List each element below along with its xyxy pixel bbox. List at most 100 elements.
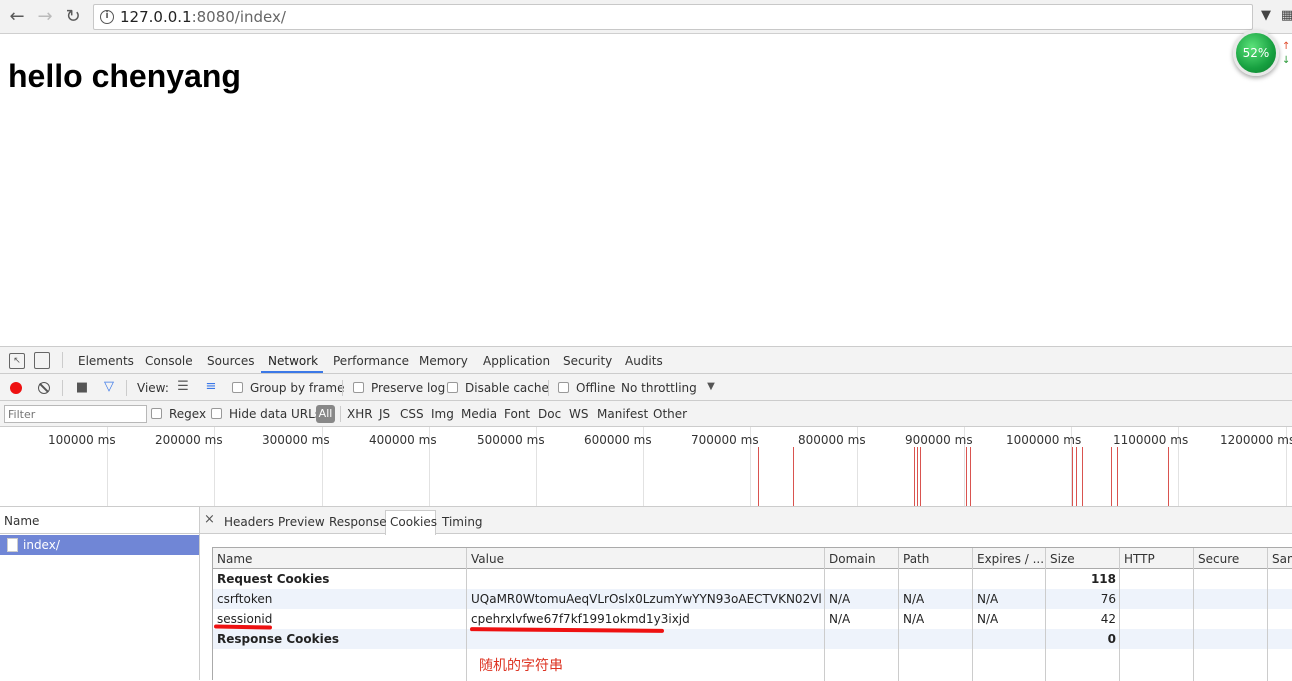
waterfall-view-icon[interactable]: ≡: [203, 380, 219, 394]
speed-widget[interactable]: 52%: [1233, 30, 1279, 76]
group-by-frame-checkbox[interactable]: [232, 382, 243, 393]
preserve-log-label: Preserve log: [371, 381, 446, 395]
column-header-domain[interactable]: Domain: [829, 552, 876, 566]
table-section-row: Request Cookies 118: [213, 569, 1292, 589]
timeline-event: [1082, 447, 1083, 506]
separator: [342, 380, 343, 396]
separator: [548, 380, 549, 396]
tab-console[interactable]: Console: [145, 354, 193, 368]
column-divider[interactable]: [1045, 548, 1046, 681]
filter-other[interactable]: Other: [653, 407, 687, 421]
forward-arrow-icon[interactable]: →: [34, 6, 56, 28]
filter-all-button[interactable]: All: [316, 405, 335, 423]
table-row[interactable]: csrftoken UQaMR0WtomuAeqVLrOslx0LzumYwYY…: [213, 589, 1292, 609]
url-text[interactable]: 127.0.0.1:8080/index/: [120, 8, 286, 26]
tab-application[interactable]: Application: [483, 354, 550, 368]
column-header-secure[interactable]: Secure: [1198, 552, 1239, 566]
regex-checkbox[interactable]: [151, 408, 162, 419]
filter-doc[interactable]: Doc: [538, 407, 561, 421]
tab-performance[interactable]: Performance: [333, 354, 409, 368]
cookie-path: N/A: [903, 592, 925, 606]
timeline-tick-label: 200000 ms: [155, 433, 223, 447]
tab-elements[interactable]: Elements: [78, 354, 134, 368]
filter-js[interactable]: JS: [379, 407, 390, 421]
annotation-text: 随机的字符串: [479, 658, 563, 674]
tab-cookies[interactable]: Cookies: [390, 515, 437, 529]
column-divider[interactable]: [972, 548, 973, 681]
extension-icon[interactable]: ▼: [1259, 8, 1273, 24]
record-icon[interactable]: [10, 382, 22, 394]
info-icon[interactable]: i: [100, 10, 114, 24]
filter-img[interactable]: Img: [431, 407, 454, 421]
tab-response[interactable]: Response: [329, 515, 387, 529]
cookie-size: 76: [1100, 592, 1116, 606]
tab-sources[interactable]: Sources: [207, 354, 254, 368]
filter-input[interactable]: [4, 405, 147, 423]
filter-icon[interactable]: ▽: [101, 380, 117, 394]
tab-preview[interactable]: Preview: [278, 515, 325, 529]
tab-memory[interactable]: Memory: [419, 354, 468, 368]
filter-ws[interactable]: WS: [569, 407, 588, 421]
hide-data-urls-checkbox[interactable]: [211, 408, 222, 419]
hide-data-urls-label: Hide data URLs: [229, 407, 322, 421]
preserve-log-checkbox[interactable]: [353, 382, 364, 393]
reload-icon[interactable]: ↻: [62, 6, 84, 28]
group-by-frame-label: Group by frame: [250, 381, 345, 395]
extension-icon-2[interactable]: ▦: [1280, 8, 1292, 24]
column-divider[interactable]: [824, 548, 825, 681]
column-header-size[interactable]: Size: [1050, 552, 1075, 566]
column-header-path[interactable]: Path: [903, 552, 929, 566]
timeline-event: [914, 447, 915, 506]
tab-headers[interactable]: Headers: [224, 515, 274, 529]
tab-security[interactable]: Security: [563, 354, 612, 368]
document-icon: [7, 538, 18, 552]
column-divider[interactable]: [898, 548, 899, 681]
column-header-http[interactable]: HTTP: [1124, 552, 1155, 566]
separator: [62, 380, 63, 396]
column-divider[interactable]: [1193, 548, 1194, 681]
column-divider[interactable]: [466, 548, 467, 681]
filter-manifest[interactable]: Manifest: [597, 407, 648, 421]
offline-checkbox[interactable]: [558, 382, 569, 393]
detail-tab-bar: × Headers Preview Response Cookies Timin…: [200, 507, 1292, 535]
column-header-name[interactable]: Name: [217, 552, 252, 566]
table-row[interactable]: sessionid cpehrxlvfwe67f7kf1991okmd1y3ix…: [213, 609, 1292, 629]
camera-icon[interactable]: ■: [74, 381, 90, 395]
timeline-event: [917, 447, 918, 506]
column-header-expires[interactable]: Expires / ...: [977, 552, 1044, 566]
column-header-value[interactable]: Value: [471, 552, 504, 566]
filter-media[interactable]: Media: [461, 407, 497, 421]
separator: [340, 406, 341, 422]
filter-xhr[interactable]: XHR: [347, 407, 373, 421]
column-divider[interactable]: [1267, 548, 1268, 681]
timeline-tick-label: 900000 ms: [905, 433, 973, 447]
close-icon[interactable]: ×: [204, 512, 215, 527]
filter-css[interactable]: CSS: [400, 407, 424, 421]
request-row[interactable]: index/: [0, 535, 199, 555]
cookie-value: cpehrxlvfwe67f7kf1991okmd1y3ixjd: [471, 612, 690, 626]
back-arrow-icon[interactable]: ←: [6, 6, 28, 28]
column-divider[interactable]: [1119, 548, 1120, 681]
devtools-tab-bar: ↖ Elements Console Sources Network Perfo…: [0, 347, 1292, 374]
address-bar[interactable]: i 127.0.0.1:8080/index/: [93, 4, 1253, 30]
device-toolbar-icon[interactable]: [34, 352, 50, 369]
inspect-element-icon[interactable]: ↖: [9, 353, 25, 369]
clear-icon[interactable]: [38, 382, 50, 394]
column-header-samesite[interactable]: Sam: [1272, 552, 1292, 566]
disable-cache-checkbox[interactable]: [447, 382, 458, 393]
tab-timing[interactable]: Timing: [442, 515, 483, 529]
timeline-event: [970, 447, 971, 506]
timeline-tick-label: 100000 ms: [48, 433, 116, 447]
cookie-path: N/A: [903, 612, 925, 626]
throttling-select[interactable]: No throttling: [621, 381, 697, 395]
timeline-overview[interactable]: 100000 ms 200000 ms 300000 ms 400000 ms …: [0, 427, 1292, 507]
page-title: hello chenyang: [8, 58, 241, 94]
tab-network[interactable]: Network: [268, 354, 318, 368]
filter-font[interactable]: Font: [504, 407, 530, 421]
tab-audits[interactable]: Audits: [625, 354, 663, 368]
cookie-table: Name Value Domain Path Expires / ... Siz…: [212, 547, 1292, 681]
chevron-down-icon[interactable]: ▼: [705, 380, 717, 394]
request-list-header[interactable]: Name: [0, 507, 200, 534]
timeline-tick-label: 400000 ms: [369, 433, 437, 447]
list-view-icon[interactable]: ☰: [176, 380, 190, 394]
